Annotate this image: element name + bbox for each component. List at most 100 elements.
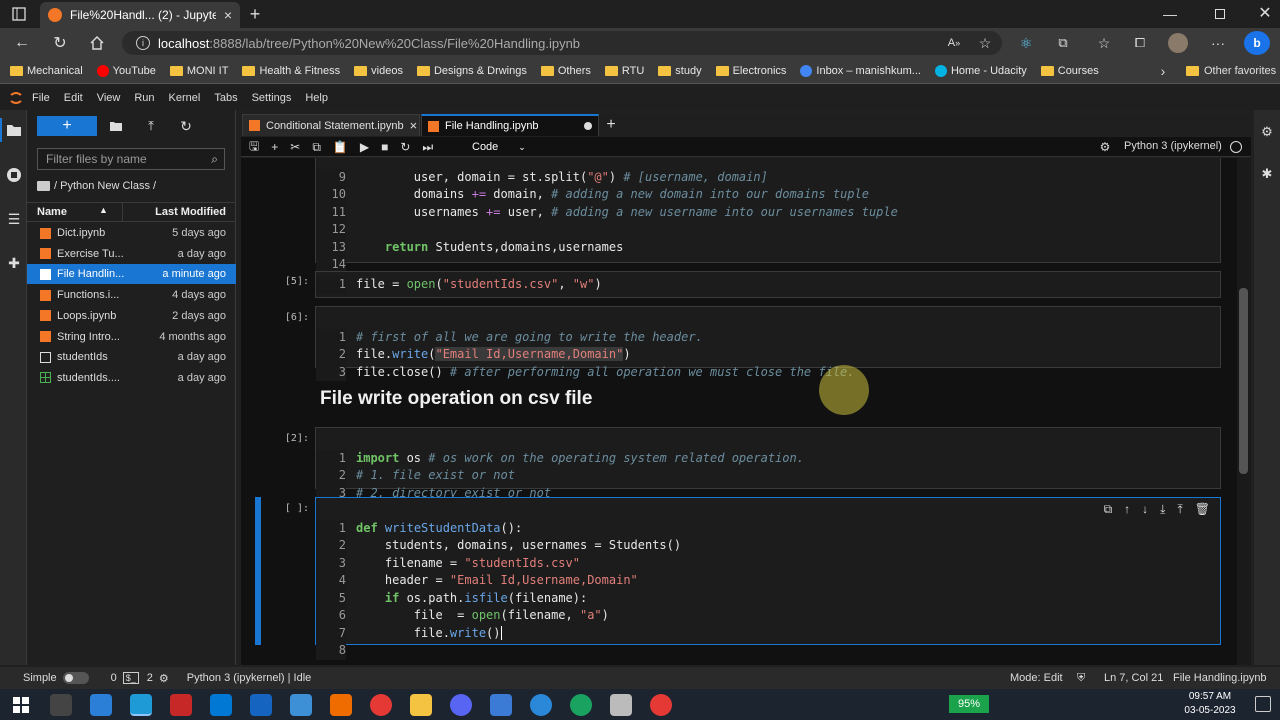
bookmark-item[interactable]: Courses — [1040, 65, 1099, 77]
table-of-contents-icon[interactable]: ☰ — [5, 210, 23, 228]
kernel-name[interactable]: Python 3 (ipykernel) — [1124, 140, 1222, 152]
collections-icon[interactable]: ⧠ — [1130, 34, 1150, 52]
run-icon[interactable]: ▶ — [360, 140, 369, 154]
column-modified[interactable]: Last Modified — [155, 206, 226, 218]
menu-item-file[interactable]: File — [32, 92, 50, 104]
bookmark-item[interactable]: Mechanical — [10, 65, 83, 77]
tab-actions-icon[interactable] — [10, 6, 28, 22]
save-icon[interactable]: 🖫 — [249, 137, 259, 158]
active-code-cell[interactable]: 1 def writeStudentData(): 2 students, dom… — [315, 497, 1221, 660]
store-icon[interactable] — [210, 693, 232, 716]
refresh-files-icon[interactable]: ↻ — [178, 118, 194, 134]
c-app-icon[interactable] — [530, 693, 552, 716]
interrupt-icon[interactable]: ■ — [381, 140, 388, 154]
bookmark-item[interactable]: videos — [354, 65, 403, 77]
move-up-icon[interactable]: ↑ — [1124, 502, 1130, 517]
copy-icon[interactable]: ⧉ — [312, 140, 321, 155]
notepad-icon[interactable] — [610, 693, 632, 716]
more-options-icon[interactable]: ··· — [1208, 34, 1228, 52]
other-favorites[interactable]: Other favorites — [1186, 58, 1276, 84]
menu-item-run[interactable]: Run — [134, 92, 154, 104]
read-aloud-icon[interactable]: A» — [944, 34, 964, 52]
cursor-position[interactable]: Ln 7, Col 21 — [1104, 672, 1163, 684]
menu-item-help[interactable]: Help — [305, 92, 328, 104]
file-row[interactable]: Functions.i... 4 days ago — [27, 285, 236, 305]
kernel-status[interactable]: Python 3 (ipykernel) | Idle — [187, 672, 312, 684]
bookmark-item[interactable]: YouTube — [96, 65, 156, 77]
address-bar[interactable]: i localhost:8888/lab/tree/Python%20New%2… — [122, 31, 1002, 55]
chrome-icon[interactable] — [370, 693, 392, 716]
tab-conditional-statement[interactable]: Conditional Statement.ipynb × — [242, 114, 420, 136]
file-row[interactable]: studentIds.... a day ago — [27, 368, 236, 388]
scrollbar-thumb[interactable] — [1239, 288, 1248, 474]
close-tab-icon[interactable]: × — [224, 7, 232, 23]
clock-date[interactable]: 03-05-2023 — [1180, 705, 1240, 716]
filter-files-input[interactable]: Filter files by name ⌕ — [37, 148, 225, 170]
menu-item-tabs[interactable]: Tabs — [214, 92, 237, 104]
close-icon[interactable]: × — [410, 118, 418, 133]
unsaved-dot-icon[interactable] — [584, 122, 592, 130]
column-name[interactable]: Name — [37, 206, 67, 218]
clock-time[interactable]: 09:57 AM — [1180, 691, 1240, 702]
kernel-count[interactable]: 2 — [147, 672, 153, 684]
restart-icon[interactable]: ↻ — [400, 140, 410, 154]
react-extension-icon[interactable]: ⚛ — [1016, 34, 1036, 52]
breadcrumb[interactable]: / Python New Class / — [37, 178, 227, 194]
task-view-icon[interactable] — [50, 693, 72, 716]
menu-item-kernel[interactable]: Kernel — [169, 92, 201, 104]
property-inspector-icon[interactable]: ⚙ — [1259, 124, 1275, 140]
paste-icon[interactable]: 📋 — [333, 140, 348, 154]
file-row[interactable]: Loops.ipynb 2 days ago — [27, 306, 236, 326]
edge-icon[interactable] — [130, 693, 152, 716]
file-row[interactable]: File Handlin... a minute ago — [27, 264, 236, 285]
duplicate-cell-icon[interactable]: ⧉ — [1104, 502, 1113, 517]
close-window-icon[interactable]: ✕ — [1255, 3, 1275, 23]
simple-mode-toggle[interactable] — [62, 672, 89, 684]
profile-avatar[interactable] — [1168, 33, 1188, 53]
refresh-icon[interactable]: ↻ — [50, 33, 70, 53]
mcafee-icon[interactable] — [170, 693, 192, 716]
restart-run-all-icon[interactable]: ⏭ — [422, 140, 433, 155]
todo-icon[interactable] — [490, 693, 512, 716]
move-down-icon[interactable]: ↓ — [1142, 502, 1148, 517]
home-icon[interactable] — [87, 33, 107, 53]
gear-icon[interactable]: ⚙ — [1098, 140, 1112, 154]
add-favorite-icon[interactable]: ☆ — [975, 34, 995, 52]
file-row[interactable]: Dict.ipynb 5 days ago — [27, 223, 236, 243]
notifications-icon[interactable] — [1255, 696, 1271, 712]
discord-icon[interactable] — [450, 693, 472, 716]
bing-icon[interactable]: b — [1244, 31, 1270, 55]
new-folder-icon[interactable] — [108, 119, 124, 133]
code-cell[interactable]: 1 # first of all we are going to write th… — [315, 306, 1221, 381]
cell-type-select[interactable]: Code ⌄ — [472, 139, 544, 155]
file-row[interactable]: String Intro... 4 months ago — [27, 327, 236, 347]
file-row[interactable]: studentIds a day ago — [27, 347, 236, 367]
menu-item-edit[interactable]: Edit — [64, 92, 83, 104]
browser-tab[interactable]: File%20Handl... (2) - JupyterLab × — [40, 2, 240, 28]
new-launcher-button[interactable]: + — [37, 116, 97, 136]
record-icon[interactable] — [650, 693, 672, 716]
bookmark-item[interactable]: Health & Fitness — [242, 65, 340, 77]
battery-indicator[interactable]: 95% — [949, 695, 989, 713]
bookmark-item[interactable]: study — [658, 65, 702, 77]
vscode-icon[interactable] — [90, 693, 112, 716]
bookmark-item[interactable]: Electronics — [715, 65, 786, 77]
delete-cell-icon[interactable]: 🗑 — [1195, 502, 1210, 517]
code-cell[interactable]: 1 file = open("studentIds.csv", "w") — [315, 271, 1221, 298]
code-cell[interactable]: 1 import os # os work on the operating sy… — [315, 427, 1221, 502]
tab-file-handling[interactable]: File Handling.ipynb — [421, 114, 599, 136]
insert-below-icon[interactable]: ⤒ — [1177, 502, 1182, 517]
extensions-icon[interactable]: ⧉ — [1053, 34, 1073, 52]
upload-icon[interactable]: ⤒ — [143, 118, 159, 134]
info-icon[interactable]: i — [136, 36, 150, 50]
bookmark-item[interactable]: Others — [540, 65, 591, 77]
bookmark-item[interactable]: MONI IT — [169, 65, 228, 77]
windows-start-icon[interactable] — [10, 694, 32, 716]
notebook-content[interactable]: 9 user, domain = st.split("@") # [userna… — [241, 158, 1237, 665]
chevron-right-icon[interactable]: › — [1156, 62, 1170, 80]
file-explorer-icon[interactable] — [410, 693, 432, 716]
new-tab-icon[interactable]: + — [246, 4, 264, 24]
file-row[interactable]: Exercise Tu... a day ago — [27, 244, 236, 264]
new-tab-plus-icon[interactable]: + — [602, 115, 620, 135]
green-app-icon[interactable] — [570, 693, 592, 716]
